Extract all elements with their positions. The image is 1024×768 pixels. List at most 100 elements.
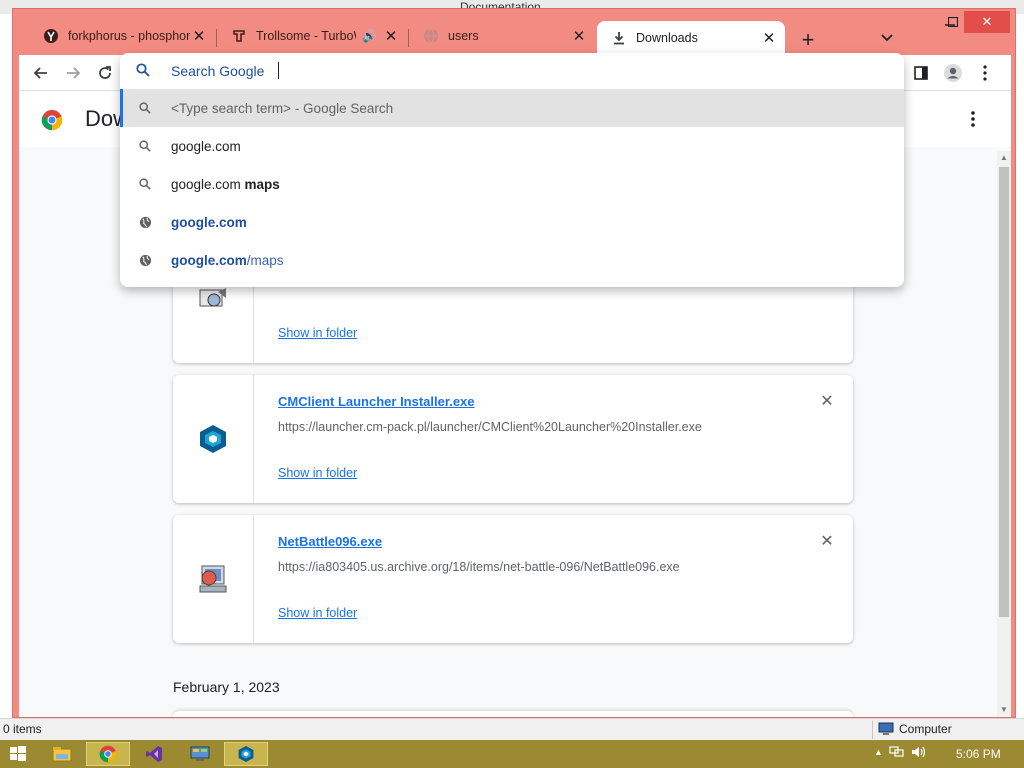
- file-explorer-icon: [52, 747, 72, 762]
- more-vert-icon: [971, 111, 975, 127]
- page-scrollbar[interactable]: ▲ ▼: [997, 151, 1011, 717]
- system-tray: ▲: [874, 745, 927, 759]
- turbowarp-favicon-icon: [231, 28, 247, 44]
- remove-download-button[interactable]: ✕: [817, 391, 837, 411]
- omnibox-suggestion[interactable]: google.com: [120, 203, 904, 241]
- volume-icon[interactable]: [911, 745, 927, 759]
- download-source-url: https://launcher.cm-pack.pl/launcher/CMC…: [278, 420, 702, 434]
- tab-users[interactable]: users ✕: [409, 21, 595, 51]
- download-item: [173, 711, 853, 717]
- close-window-button[interactable]: ✕: [964, 11, 1010, 33]
- file-icon-cell: [173, 375, 254, 503]
- installer-file-icon: [199, 288, 226, 307]
- back-button[interactable]: [27, 59, 55, 87]
- chevron-down-icon: [881, 34, 893, 42]
- visual-studio-icon: [146, 746, 162, 762]
- downloads-menu-button[interactable]: [961, 107, 985, 131]
- tab-forkphorus[interactable]: forkphorus - phosphorus ✕: [29, 21, 215, 51]
- tab-strip: forkphorus - phosphorus ✕ Trollsome - Tu…: [13, 9, 1017, 55]
- close-icon: ✕: [820, 393, 834, 410]
- tab-title: Downloads: [636, 31, 698, 45]
- globe-icon: [137, 254, 153, 267]
- close-tab-icon[interactable]: ✕: [761, 30, 777, 47]
- control-panel-icon: [190, 746, 210, 761]
- status-separator: [872, 721, 873, 739]
- new-tab-button[interactable]: +: [794, 26, 822, 54]
- tab-title: users: [448, 29, 479, 43]
- suggestion-link-path: /maps: [246, 252, 284, 268]
- chrome-icon: [99, 745, 117, 763]
- forward-button[interactable]: [59, 59, 87, 87]
- cmclient-file-icon: [200, 425, 226, 453]
- side-panel-icon: [914, 66, 928, 80]
- download-file-name[interactable]: CMClient Launcher Installer.exe: [278, 394, 475, 409]
- suggestion-link: google.com: [171, 252, 247, 268]
- tab-downloads[interactable]: Downloads ✕: [597, 21, 785, 55]
- close-icon: ✕: [820, 533, 834, 550]
- audio-playing-icon[interactable]: 🔊: [362, 29, 377, 43]
- address-bar-placeholder: Search Google: [171, 63, 265, 79]
- omnibox-suggestion[interactable]: google.com maps: [120, 165, 904, 203]
- network-icon[interactable]: [889, 745, 905, 759]
- maximize-icon: [948, 17, 958, 27]
- suggestion-text: google.com: [171, 176, 245, 192]
- taskbar-clock[interactable]: 5:06 PM: [956, 747, 1001, 761]
- avatar-icon: [944, 64, 962, 82]
- maximize-button[interactable]: [943, 11, 963, 33]
- scroll-down-arrow-icon[interactable]: ▼: [997, 703, 1011, 717]
- omnibox-suggestion[interactable]: google.com /maps: [120, 241, 904, 279]
- address-bar[interactable]: Search Google: [120, 53, 904, 89]
- show-in-folder-link[interactable]: Show in folder: [278, 606, 357, 620]
- globe-icon: [423, 28, 439, 44]
- taskbar-file-explorer[interactable]: [40, 742, 84, 766]
- globe-icon: [137, 216, 153, 229]
- scroll-thumb[interactable]: [999, 167, 1009, 617]
- reload-icon: [99, 66, 111, 79]
- taskbar-chrome[interactable]: [86, 742, 130, 766]
- tab-search-button[interactable]: [875, 26, 899, 50]
- reload-button[interactable]: [91, 59, 119, 87]
- taskbar-visual-studio[interactable]: [132, 742, 176, 766]
- download-source-url: https://ia803405.us.archive.org/18/items…: [278, 560, 680, 574]
- start-button[interactable]: [0, 742, 36, 766]
- close-tab-icon[interactable]: ✕: [571, 28, 587, 45]
- download-file-name[interactable]: NetBattle096.exe: [278, 534, 382, 549]
- close-tab-icon[interactable]: ✕: [383, 28, 399, 45]
- date-heading: February 1, 2023: [173, 679, 280, 695]
- fork-favicon-icon: [43, 28, 59, 44]
- show-in-folder-link[interactable]: Show in folder: [278, 326, 357, 340]
- omnibox-dropdown: Search Google <Type search term> - Googl…: [120, 53, 904, 287]
- download-item: CMClient Launcher Installer.exe https://…: [173, 375, 853, 503]
- tab-trollsome[interactable]: Trollsome - TurboWarp 🔊 ✕: [217, 21, 407, 51]
- tab-title: Trollsome - TurboWarp: [256, 29, 356, 43]
- search-icon: [137, 178, 153, 190]
- search-icon: [137, 140, 153, 152]
- text-caret: [278, 62, 279, 79]
- omnibox-suggestion[interactable]: google.com: [120, 127, 904, 165]
- suggestion-text: google.com: [171, 138, 241, 154]
- suggestion-text: <Type search term>: [171, 100, 292, 116]
- scroll-up-arrow-icon[interactable]: ▲: [997, 151, 1011, 165]
- windows-taskbar: ▲ 5:06 PM: [0, 740, 1024, 768]
- status-computer-label: Computer: [899, 722, 952, 736]
- omnibox-suggestion[interactable]: <Type search term> - Google Search: [120, 89, 904, 127]
- show-in-folder-link[interactable]: Show in folder: [278, 466, 357, 480]
- browser-menu-button[interactable]: [971, 59, 999, 87]
- computer-icon: [878, 722, 894, 735]
- arrow-left-icon: [33, 67, 47, 79]
- profile-button[interactable]: [939, 59, 967, 87]
- remove-download-button[interactable]: ✕: [817, 531, 837, 551]
- cmclient-icon: [238, 746, 254, 762]
- show-hidden-icons-icon[interactable]: ▲: [874, 747, 883, 757]
- taskbar-cmclient[interactable]: [224, 742, 268, 766]
- close-tab-icon[interactable]: ✕: [191, 28, 207, 45]
- more-vert-icon: [983, 65, 987, 81]
- taskbar-control-panel[interactable]: [178, 742, 222, 766]
- status-item-count: 0 items: [3, 722, 42, 736]
- installer-file-icon: [199, 565, 227, 593]
- download-icon: [611, 30, 627, 46]
- side-panel-button[interactable]: [907, 59, 935, 87]
- chrome-logo-icon: [41, 109, 63, 131]
- explorer-status-bar: 0 items Computer: [0, 718, 1024, 740]
- close-icon: ✕: [981, 14, 993, 29]
